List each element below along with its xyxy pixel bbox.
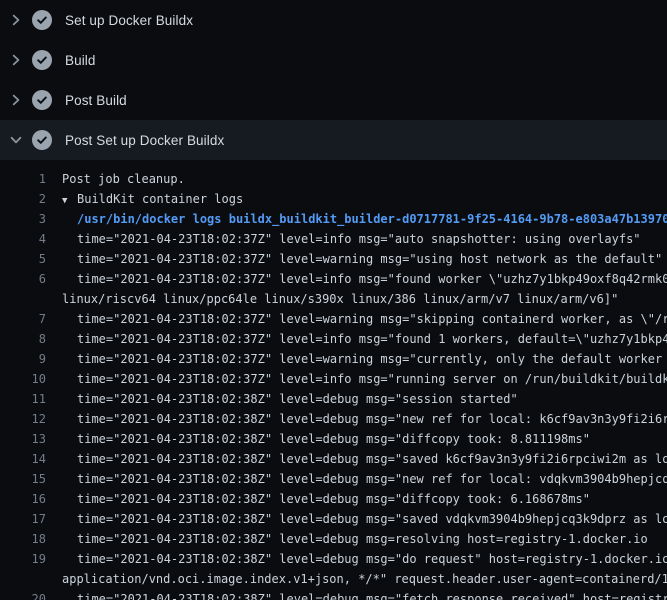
log-text: linux/riscv64 linux/ppc64le linux/s390x … <box>46 289 618 309</box>
check-circle-icon <box>32 10 52 30</box>
job-log-viewer: Set up Docker Buildx Build Post Build Post … <box>0 0 667 600</box>
log-line-number[interactable]: 4 <box>0 229 46 249</box>
log-text: time="2021-04-23T18:02:38Z" level=debug … <box>46 529 648 549</box>
log-line: 18time="2021-04-23T18:02:38Z" level=debu… <box>0 529 667 549</box>
log-text: time="2021-04-23T18:02:38Z" level=debug … <box>46 509 667 529</box>
log-line: 2▼BuildKit container logs <box>0 189 667 209</box>
log-text: time="2021-04-23T18:02:37Z" level=info m… <box>46 329 667 349</box>
log-text: time="2021-04-23T18:02:38Z" level=debug … <box>46 429 590 449</box>
log-text: time="2021-04-23T18:02:37Z" level=info m… <box>46 369 667 389</box>
log-line: 19time="2021-04-23T18:02:38Z" level=debu… <box>0 549 667 569</box>
log-line: 12time="2021-04-23T18:02:38Z" level=debu… <box>0 409 667 429</box>
log-line: 8time="2021-04-23T18:02:37Z" level=info … <box>0 329 667 349</box>
log-line-number[interactable]: 7 <box>0 309 46 329</box>
chevron-right-icon[interactable] <box>8 52 24 68</box>
log-line: 20time="2021-04-23T18:02:38Z" level=debu… <box>0 589 667 600</box>
step-row-post-build[interactable]: Post Build <box>0 80 667 120</box>
log-line-number[interactable]: 14 <box>0 449 46 469</box>
log-line: 14time="2021-04-23T18:02:38Z" level=debu… <box>0 449 667 469</box>
log-line: 4time="2021-04-23T18:02:37Z" level=info … <box>0 229 667 249</box>
log-line-number[interactable]: 2 <box>0 189 46 209</box>
log-text: Post job cleanup. <box>46 169 185 189</box>
log-text: time="2021-04-23T18:02:37Z" level=info m… <box>46 269 667 289</box>
log-command-text: /usr/bin/docker logs buildx_buildkit_bui… <box>46 209 667 229</box>
group-title[interactable]: BuildKit container logs <box>77 192 243 206</box>
log-text: time="2021-04-23T18:02:38Z" level=debug … <box>46 409 667 429</box>
log-line: 9time="2021-04-23T18:02:37Z" level=warni… <box>0 349 667 369</box>
log-text: ▼BuildKit container logs <box>46 189 243 209</box>
log-line-number[interactable]: 12 <box>0 409 46 429</box>
chevron-right-icon[interactable] <box>8 92 24 108</box>
step-label: Set up Docker Buildx <box>65 13 193 28</box>
log-line-number[interactable]: 20 <box>0 589 46 600</box>
log-line-wrap: linux/riscv64 linux/ppc64le linux/s390x … <box>0 289 667 309</box>
check-circle-icon <box>32 90 52 110</box>
log-line-number[interactable]: 16 <box>0 489 46 509</box>
log-line-number[interactable]: 19 <box>0 549 46 569</box>
log-line-number <box>0 569 46 589</box>
log-area: 1Post job cleanup.2▼BuildKit container l… <box>0 160 667 600</box>
log-line-number[interactable]: 3 <box>0 209 46 229</box>
log-line-number[interactable]: 1 <box>0 169 46 189</box>
chevron-down-icon[interactable] <box>8 132 24 148</box>
log-line-number[interactable]: 15 <box>0 469 46 489</box>
log-line: 10time="2021-04-23T18:02:37Z" level=info… <box>0 369 667 389</box>
log-text: time="2021-04-23T18:02:37Z" level=warnin… <box>46 249 662 269</box>
log-text: time="2021-04-23T18:02:37Z" level=warnin… <box>46 349 667 369</box>
steps-list: Set up Docker Buildx Build Post Build Post … <box>0 0 667 160</box>
step-row-set-up-docker-buildx[interactable]: Set up Docker Buildx <box>0 0 667 40</box>
log-text: time="2021-04-23T18:02:38Z" level=debug … <box>46 389 518 409</box>
log-line: 3/usr/bin/docker logs buildx_buildkit_bu… <box>0 209 667 229</box>
log-line-number <box>0 289 46 309</box>
check-circle-icon <box>32 50 52 70</box>
log-line: 11time="2021-04-23T18:02:38Z" level=debu… <box>0 389 667 409</box>
step-row-build[interactable]: Build <box>0 40 667 80</box>
log-line-number[interactable]: 5 <box>0 249 46 269</box>
log-line: 6time="2021-04-23T18:02:37Z" level=info … <box>0 269 667 289</box>
log-text: time="2021-04-23T18:02:37Z" level=warnin… <box>46 309 667 329</box>
step-label: Post Set up Docker Buildx <box>65 133 224 148</box>
log-line: 15time="2021-04-23T18:02:38Z" level=debu… <box>0 469 667 489</box>
log-line: 7time="2021-04-23T18:02:37Z" level=warni… <box>0 309 667 329</box>
log-line: 1Post job cleanup. <box>0 169 667 189</box>
log-text: time="2021-04-23T18:02:37Z" level=info m… <box>46 229 641 249</box>
log-line-number[interactable]: 9 <box>0 349 46 369</box>
log-line: 5time="2021-04-23T18:02:37Z" level=warni… <box>0 249 667 269</box>
log-line: 17time="2021-04-23T18:02:38Z" level=debu… <box>0 509 667 529</box>
log-text: time="2021-04-23T18:02:38Z" level=debug … <box>46 489 590 509</box>
log-line-number[interactable]: 18 <box>0 529 46 549</box>
log-text: time="2021-04-23T18:02:38Z" level=debug … <box>46 469 667 489</box>
chevron-right-icon[interactable] <box>8 12 24 28</box>
log-text: application/vnd.oci.image.index.v1+json,… <box>46 569 667 589</box>
log-text: time="2021-04-23T18:02:38Z" level=debug … <box>46 449 667 469</box>
log-line-number[interactable]: 13 <box>0 429 46 449</box>
log-line: 13time="2021-04-23T18:02:38Z" level=debu… <box>0 429 667 449</box>
log-line-number[interactable]: 8 <box>0 329 46 349</box>
log-text: time="2021-04-23T18:02:38Z" level=debug … <box>46 549 667 569</box>
check-circle-icon <box>32 130 52 150</box>
log-line-number[interactable]: 6 <box>0 269 46 289</box>
group-collapse-icon[interactable]: ▼ <box>62 191 77 209</box>
log-line-number[interactable]: 10 <box>0 369 46 389</box>
step-row-post-set-up-docker-buildx[interactable]: Post Set up Docker Buildx <box>0 120 667 160</box>
log-text: time="2021-04-23T18:02:38Z" level=debug … <box>46 589 667 600</box>
log-line-number[interactable]: 11 <box>0 389 46 409</box>
step-label: Post Build <box>65 93 127 108</box>
step-label: Build <box>65 53 96 68</box>
log-line-number[interactable]: 17 <box>0 509 46 529</box>
log-line: 16time="2021-04-23T18:02:38Z" level=debu… <box>0 489 667 509</box>
log-line-wrap: application/vnd.oci.image.index.v1+json,… <box>0 569 667 589</box>
